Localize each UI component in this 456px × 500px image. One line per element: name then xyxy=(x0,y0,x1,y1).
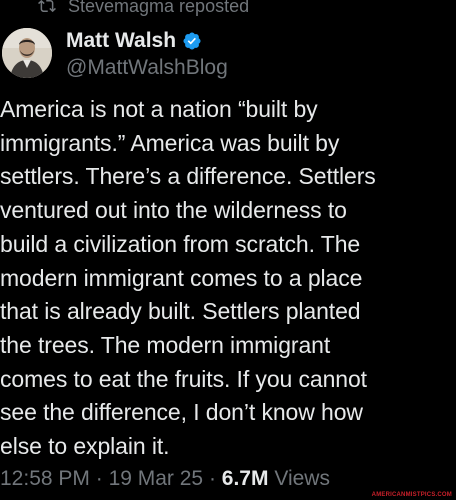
tweet-line: settlers. There’s a difference. Settlers xyxy=(0,163,376,190)
tweet-line: else to explain it. xyxy=(0,433,170,460)
tweet-line: America is not a nation “built by xyxy=(0,96,318,122)
tweet-line: modern immigrant comes to a place xyxy=(0,264,363,291)
display-name-row: Matt Walsh xyxy=(66,28,228,54)
repost-indicator[interactable]: Stevemagma reposted xyxy=(38,0,249,18)
repost-label: Stevemagma reposted xyxy=(68,0,250,16)
tweet-text: America is not a nation “built by immigr… xyxy=(0,93,452,464)
tweet-date[interactable]: 19 Mar 25 xyxy=(109,467,204,490)
views-count[interactable]: 6.7M xyxy=(222,467,269,490)
author-names: Matt Walsh @MattWalshBlog xyxy=(66,28,228,80)
tweet-line: build a civilization from scratch. The xyxy=(0,230,361,257)
tweet-line: ventured out into the wilderness to xyxy=(0,197,347,224)
tweet-line: the trees. The modern immigrant xyxy=(0,331,331,358)
meta-separator: · xyxy=(203,467,222,490)
verified-badge-icon xyxy=(182,31,202,51)
tweet-line: see the difference, I don’t know how xyxy=(0,399,363,426)
tweet-time[interactable]: 12:58 PM xyxy=(0,467,90,490)
meta-separator: · xyxy=(89,467,109,490)
views-label: Views xyxy=(268,467,330,490)
repost-icon xyxy=(38,0,56,15)
tweet-meta: 12:58 PM · 19 Mar 25 · 6.7M Views xyxy=(0,467,330,491)
tweet-line: immigrants.” America was built by xyxy=(0,129,340,156)
avatar[interactable] xyxy=(2,28,52,78)
tweet-line: comes to eat the fruits. If you cannot xyxy=(0,365,367,392)
display-name[interactable]: Matt Walsh xyxy=(66,29,176,53)
handle[interactable]: @MattWalshBlog xyxy=(66,56,228,80)
tweet-author: Matt Walsh @MattWalshBlog xyxy=(2,28,454,82)
tweet-line: that is already built. Settlers planted xyxy=(0,298,361,325)
watermark: AMERICANMISTPICS.COM xyxy=(371,492,452,498)
